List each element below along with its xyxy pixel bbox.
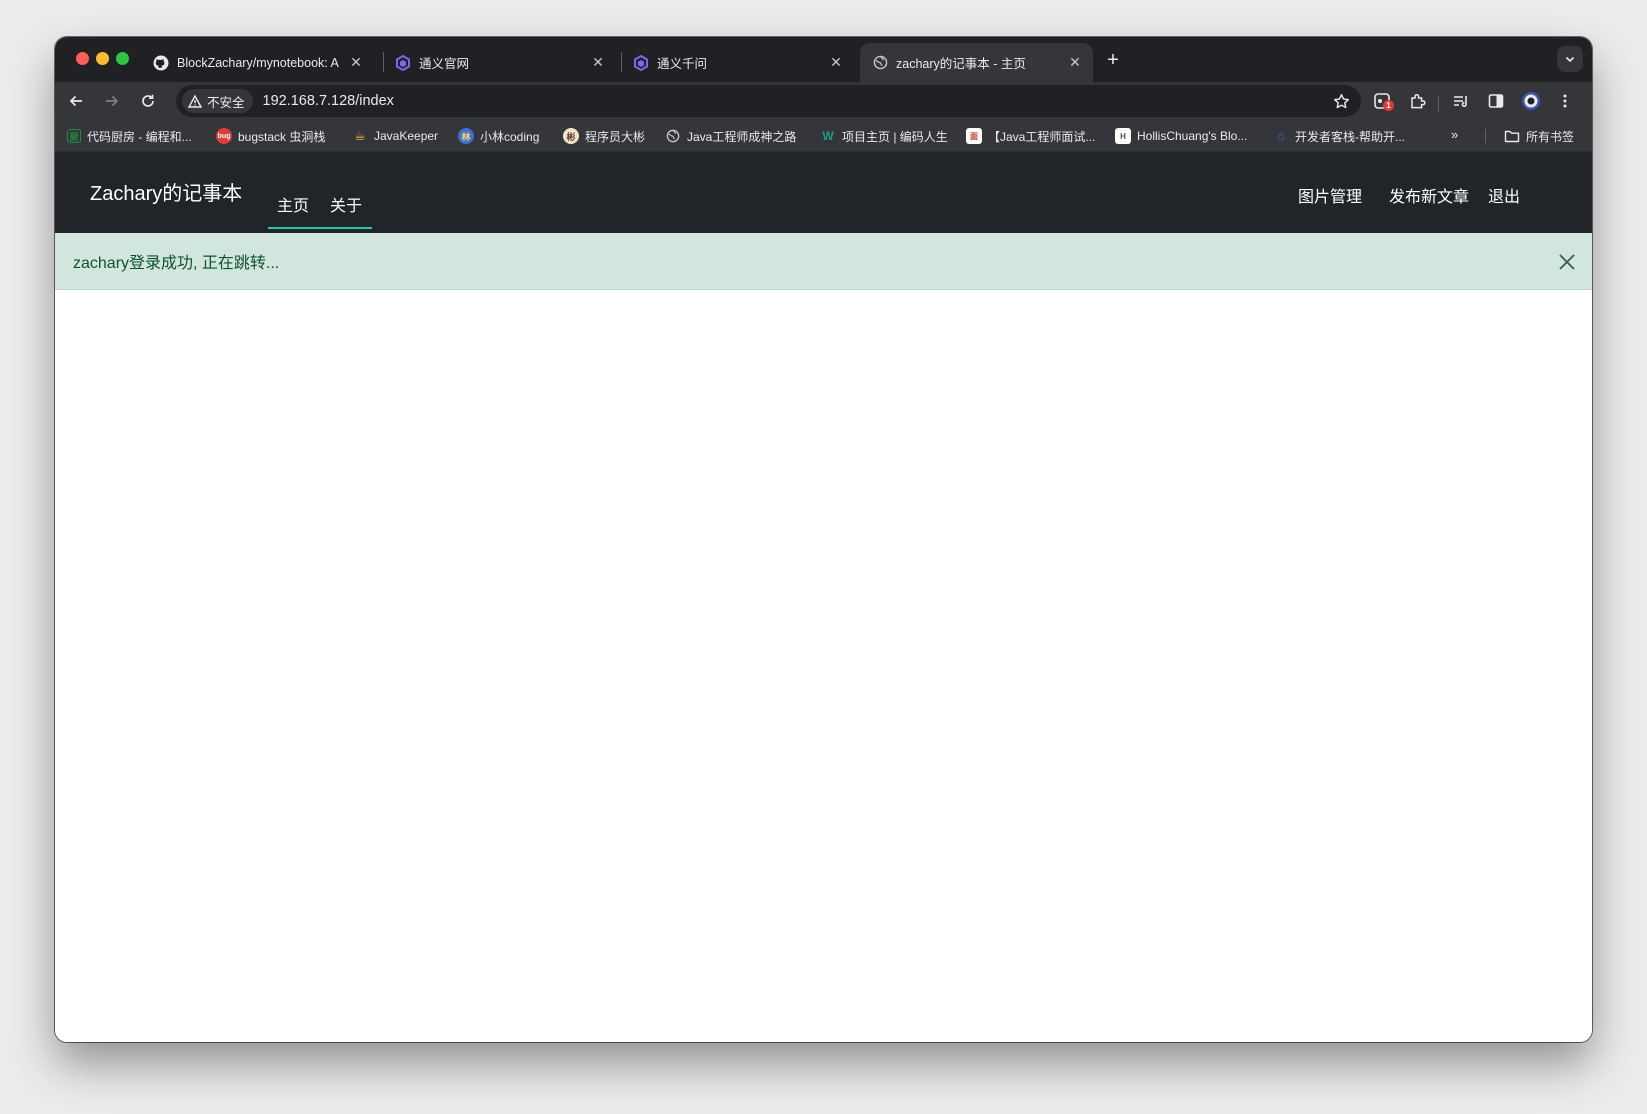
close-icon[interactable]: ✕ xyxy=(590,54,606,71)
alert-message: zachary登录成功, 正在跳转... xyxy=(73,255,280,272)
bookmark-item[interactable]: Java工程师成神之路 xyxy=(665,127,796,145)
extension-count-badge: 1 xyxy=(1383,100,1394,111)
bookmark-item[interactable]: ☕ JavaKeeper xyxy=(352,127,438,145)
page-viewport: Zachary的记事本 主页 关于 图片管理 发布新文章 退出 zachary登… xyxy=(55,152,1592,1042)
media-control-button[interactable] xyxy=(1449,89,1473,113)
globe-icon xyxy=(872,55,888,71)
tongyi-icon xyxy=(395,54,411,71)
bookmark-label: bugstack 虫洞栈 xyxy=(238,129,326,144)
bookmark-item[interactable]: W 项目主页 | 编码人生 xyxy=(820,127,948,145)
toolbar-separator xyxy=(1438,96,1439,112)
side-panel-icon xyxy=(1488,94,1504,108)
github-icon xyxy=(153,55,169,71)
address-bar[interactable]: 不安全 192.168.7.128/index xyxy=(176,85,1361,117)
bookmark-star-icon[interactable] xyxy=(1331,91,1351,111)
new-tab-button[interactable]: + xyxy=(1102,49,1124,71)
xiaolin-icon: 林 xyxy=(458,128,474,144)
tab-tongyi-qianwen[interactable]: 通义千问 ✕ xyxy=(621,43,854,82)
warning-icon xyxy=(188,94,202,108)
avatar-icon xyxy=(1522,92,1540,110)
hollis-icon: H xyxy=(1115,128,1131,144)
back-button[interactable] xyxy=(64,89,88,113)
bookmark-label: 代码厨房 - 编程和... xyxy=(87,129,192,144)
nav-link-home[interactable]: 主页 xyxy=(277,192,309,216)
reload-icon xyxy=(142,94,154,107)
security-label: 不安全 xyxy=(207,95,245,110)
browser-toolbar: 不安全 192.168.7.128/index 1 xyxy=(55,82,1592,120)
bookmark-label: 【Java工程师面试... xyxy=(988,129,1096,144)
puzzle-icon xyxy=(1411,93,1426,109)
queue-music-icon xyxy=(1454,96,1467,108)
url-text[interactable]: 192.168.7.128/index xyxy=(263,93,394,109)
tongyi-icon xyxy=(633,54,649,71)
kezhan-icon: ⌂ xyxy=(1277,129,1285,143)
tab-github[interactable]: BlockZachary/mynotebook: A ✕ xyxy=(141,43,374,82)
extension-badge-button[interactable]: 1 xyxy=(1370,89,1394,113)
tab-zachary-notebook[interactable]: zachary的记事本 - 主页 ✕ xyxy=(860,43,1093,82)
arrow-left-icon xyxy=(69,95,82,107)
bookmark-label: 项目主页 | 编码人生 xyxy=(842,129,948,144)
bugstack-icon: bug xyxy=(216,128,232,144)
tab-title: 通义官网 xyxy=(419,57,470,71)
bookmark-item[interactable]: bug bugstack 虫洞栈 xyxy=(216,127,325,145)
all-bookmarks-label: 所有书签 xyxy=(1526,129,1575,144)
tab-strip: BlockZachary/mynotebook: A ✕ 通义官网 ✕ 通义千问… xyxy=(55,37,1592,82)
window-close-button[interactable] xyxy=(76,52,89,65)
bookmark-item[interactable]: 彬 程序员大彬 xyxy=(563,127,645,145)
reload-button[interactable] xyxy=(136,89,160,113)
forward-button[interactable] xyxy=(100,89,124,113)
close-icon[interactable]: ✕ xyxy=(1067,54,1083,71)
bookmark-item[interactable]: 厨 代码厨房 - 编程和... xyxy=(67,127,192,145)
interview-icon: 面 xyxy=(966,128,982,144)
bookmark-label: Java工程师成神之路 xyxy=(687,129,797,144)
bookmark-item[interactable]: 林 小林coding xyxy=(458,127,539,145)
close-icon[interactable]: ✕ xyxy=(348,54,364,71)
w-icon: W xyxy=(822,129,834,143)
bookmark-label: JavaKeeper xyxy=(374,129,439,143)
tab-title: 通义千问 xyxy=(657,57,708,71)
browser-menu-button[interactable] xyxy=(1553,89,1577,113)
close-icon[interactable]: ✕ xyxy=(828,54,844,71)
nav-link-about[interactable]: 关于 xyxy=(330,192,362,216)
tab-search-button[interactable] xyxy=(1557,46,1583,72)
side-panel-button[interactable] xyxy=(1484,89,1508,113)
bookmark-item[interactable]: ⌂ 开发者客栈-帮助开... xyxy=(1273,127,1405,145)
tab-title: zachary的记事本 - 主页 xyxy=(896,57,1026,71)
nav-link-new-post[interactable]: 发布新文章 xyxy=(1389,183,1469,207)
bookmarks-bar: 厨 代码厨房 - 编程和... bug bugstack 虫洞栈 ☕ JavaK… xyxy=(55,120,1592,152)
javakeeper-icon: ☕ xyxy=(354,128,366,143)
bookmark-label: 小林coding xyxy=(480,129,540,144)
site-navbar: Zachary的记事本 主页 关于 图片管理 发布新文章 退出 xyxy=(55,152,1592,233)
dabin-icon: 彬 xyxy=(563,128,579,144)
window-maximize-button[interactable] xyxy=(116,52,129,65)
alert-close-button[interactable] xyxy=(1556,251,1578,273)
nav-active-indicator xyxy=(268,227,372,229)
extensions-button[interactable] xyxy=(1406,89,1430,113)
security-indicator[interactable]: 不安全 xyxy=(182,89,253,113)
more-vert-icon xyxy=(1563,94,1567,108)
login-success-alert: zachary登录成功, 正在跳转... xyxy=(55,233,1592,290)
nav-link-logout[interactable]: 退出 xyxy=(1488,183,1520,207)
all-bookmarks-button[interactable]: 所有书签 xyxy=(1504,127,1574,145)
browser-window: BlockZachary/mynotebook: A ✕ 通义官网 ✕ 通义千问… xyxy=(55,37,1592,1042)
bookmark-label: HollisChuang's Blo... xyxy=(1137,129,1248,143)
code-kitchen-icon: 厨 xyxy=(67,129,81,143)
arrow-right-icon xyxy=(106,95,119,107)
folder-icon xyxy=(1504,128,1520,144)
tab-title: BlockZachary/mynotebook: A xyxy=(177,55,339,70)
bookmark-label: 开发者客栈-帮助开... xyxy=(1295,129,1405,144)
bookmark-label: 程序员大彬 xyxy=(585,129,646,144)
close-icon xyxy=(1559,254,1575,270)
nav-link-image-management[interactable]: 图片管理 xyxy=(1298,183,1362,207)
window-minimize-button[interactable] xyxy=(96,52,109,65)
chevron-down-icon xyxy=(1565,56,1575,63)
bookmark-item[interactable]: 面 【Java工程师面试... xyxy=(966,127,1095,145)
globe-icon xyxy=(665,128,681,144)
bookmarks-overflow-button[interactable]: » xyxy=(1451,127,1458,142)
site-brand[interactable]: Zachary的记事本 xyxy=(90,177,242,206)
tab-tongyi-official[interactable]: 通义官网 ✕ xyxy=(383,43,616,82)
profile-avatar[interactable] xyxy=(1519,89,1543,113)
bookmarks-separator xyxy=(1485,129,1486,143)
bookmark-item[interactable]: H HollisChuang's Blo... xyxy=(1115,127,1247,145)
